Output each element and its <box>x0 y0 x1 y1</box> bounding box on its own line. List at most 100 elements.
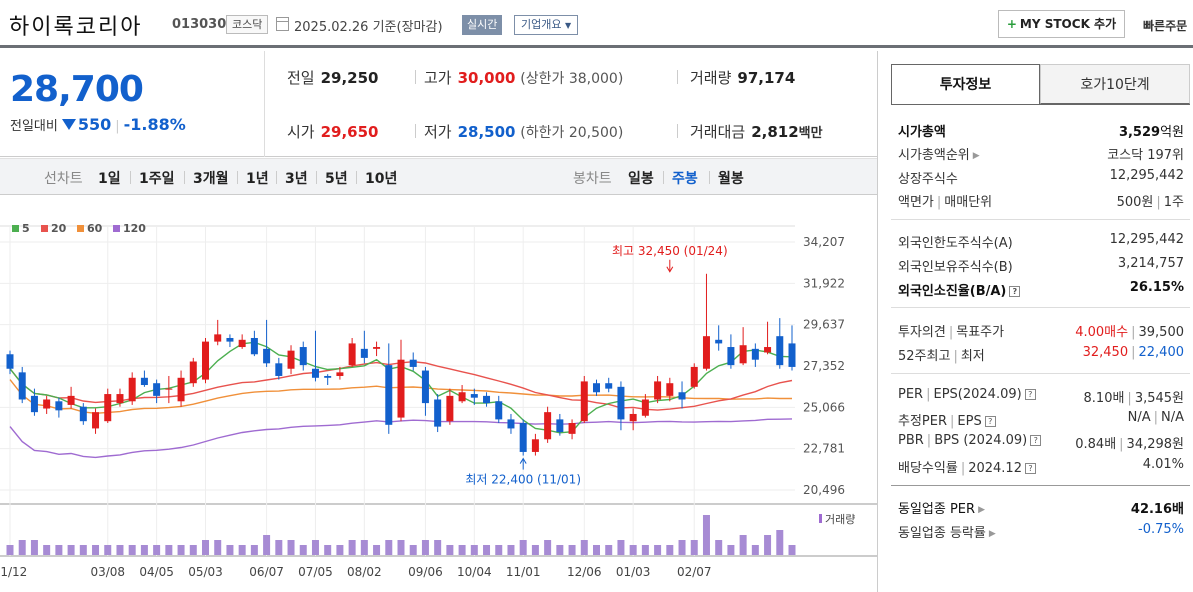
market-cap-value: 3,529억원 <box>1119 121 1184 140</box>
info-icon[interactable]: ? <box>1009 286 1021 297</box>
volume-bar <box>116 545 124 555</box>
volume-bar <box>263 535 271 555</box>
sector-per-text: 동일업종 PER <box>898 502 976 517</box>
date-value: 2025.02.26 <box>294 20 369 35</box>
info-icon[interactable]: ? <box>984 416 996 427</box>
candle-body <box>678 392 686 400</box>
quick-order-link[interactable]: 빠른주문 <box>1143 17 1187 34</box>
per-number: 8.10배 <box>1083 391 1125 406</box>
candle-body <box>495 401 503 420</box>
eps-number: 3,545원 <box>1134 391 1184 406</box>
tab-1d[interactable]: 1일 <box>98 168 121 188</box>
tab-5y[interactable]: 5년 <box>325 168 348 188</box>
foreign-limit-value: 12,295,442 <box>1109 232 1184 247</box>
candle-body <box>385 365 393 425</box>
candle-body <box>617 386 625 420</box>
row-sector-per[interactable]: 동일업종 PER ▶ 42.16배 <box>898 498 1184 520</box>
tab-orderbook[interactable]: 호가10단계 <box>1040 64 1190 104</box>
tab-3m[interactable]: 3개월 <box>193 168 229 188</box>
volume-bar <box>311 540 319 555</box>
candle-body <box>421 370 429 404</box>
separator: | <box>1119 437 1124 452</box>
arrow-right-icon: ▶ <box>978 505 985 515</box>
shares-label: 상장주식수 <box>898 172 958 187</box>
candle-body <box>202 341 209 380</box>
down-triangle-icon <box>61 119 76 130</box>
week52-label: 52주최고 | 최저 <box>898 345 985 364</box>
candle-body <box>360 348 368 358</box>
volume-bar <box>202 540 209 555</box>
tab-daily[interactable]: 일봉 <box>628 168 654 188</box>
caret-down-icon: ▼ <box>564 21 572 30</box>
separator <box>316 171 317 184</box>
opinion-label: 투자의견 | 목표주가 <box>898 321 1004 340</box>
candle-body <box>348 343 356 366</box>
change-row: 전일대비 550 | -1.88% <box>10 115 186 134</box>
est-per-label: 추정PER | EPS? <box>898 410 996 429</box>
y-tick-label: 29,637 <box>803 318 845 332</box>
volume-bar <box>556 545 564 555</box>
volume-bar <box>238 545 246 555</box>
market-cap-label: 시가총액 <box>898 125 946 140</box>
volume-bar <box>177 545 185 555</box>
candle-chart-label: 봉차트 <box>573 171 612 187</box>
plus-icon: + <box>1006 17 1017 31</box>
prev-close-label: 전일 <box>287 69 315 87</box>
mystock-add-button[interactable]: + MY STOCK 추가 <box>998 10 1125 38</box>
tab-1y[interactable]: 1년 <box>246 168 269 188</box>
volume-bar <box>568 545 576 555</box>
tab-1w[interactable]: 1주일 <box>139 168 175 188</box>
row-sector-change[interactable]: 동일업종 등락률 ▶ -0.75% <box>898 522 1184 544</box>
realtime-button[interactable]: 실시간 <box>462 15 503 35</box>
separator <box>356 171 357 184</box>
separator: | <box>948 325 954 340</box>
est-eps-number: N/A <box>1161 410 1184 425</box>
volume-bar <box>483 545 491 555</box>
separator <box>709 171 710 184</box>
pbr-text: PBR <box>898 433 924 448</box>
prev-close: 전일 29,250 <box>287 67 379 88</box>
pbr-number: 0.84배 <box>1075 437 1117 452</box>
volume-bar <box>519 540 527 555</box>
separator: | <box>1156 195 1161 210</box>
tab-10y[interactable]: 10년 <box>365 168 397 188</box>
price-chart[interactable]: 01/12 03/08 04/05 05/03 06/07 07/05 08/02 09/06… <box>0 196 877 592</box>
info-icon[interactable]: ? <box>1030 435 1042 446</box>
info-icon[interactable]: ? <box>1024 389 1036 400</box>
stock-header: 하이록코리아 013030 코스닥 2025.02.26 기준(장마감) 실시간… <box>0 0 1193 48</box>
legend-label: 20 <box>51 222 67 235</box>
volume-bar <box>153 545 161 555</box>
company-overview-dropdown[interactable]: 기업개요 ▼ <box>514 15 579 35</box>
y-tick-label: 20,496 <box>803 483 845 497</box>
trade-unit-number: 1주 <box>1163 195 1184 210</box>
legend-swatch <box>41 225 48 232</box>
y-tick-label: 22,781 <box>803 442 845 456</box>
candle-body <box>165 388 173 390</box>
tab-invest-info[interactable]: 투자정보 <box>891 64 1040 104</box>
x-tick-label: 04/05 <box>139 565 174 579</box>
legend-label: 60 <box>87 222 103 235</box>
mystock-label: MY STOCK 추가 <box>1019 17 1117 31</box>
candle-body <box>116 394 124 404</box>
separator <box>276 171 277 184</box>
candle-body <box>690 366 698 387</box>
legend-swatch <box>113 225 120 232</box>
volume-bar <box>446 545 454 555</box>
prev-close-value: 29,250 <box>320 69 379 87</box>
change-percent: -1.88% <box>123 115 186 134</box>
tab-weekly[interactable]: 주봉 <box>672 168 698 188</box>
y-tick-label: 27,352 <box>803 359 845 373</box>
row-market-cap-rank[interactable]: 시가총액순위 ▶ 코스닥 197위 <box>898 144 1184 166</box>
y-tick-label: 25,066 <box>803 400 845 414</box>
candle-body <box>739 345 747 364</box>
tab-monthly[interactable]: 월봉 <box>718 168 744 188</box>
volume-bar <box>299 545 307 555</box>
bps-number: 34,298원 <box>1126 437 1184 452</box>
x-tick-label: 10/04 <box>457 565 492 579</box>
legend-swatch <box>12 225 19 232</box>
current-price-box: 28,700 전일대비 550 | -1.88% <box>0 51 265 157</box>
par-text: 액면가 <box>898 195 934 210</box>
info-icon[interactable]: ? <box>1024 463 1036 474</box>
tab-3y[interactable]: 3년 <box>285 168 308 188</box>
volume-bar <box>275 540 283 555</box>
